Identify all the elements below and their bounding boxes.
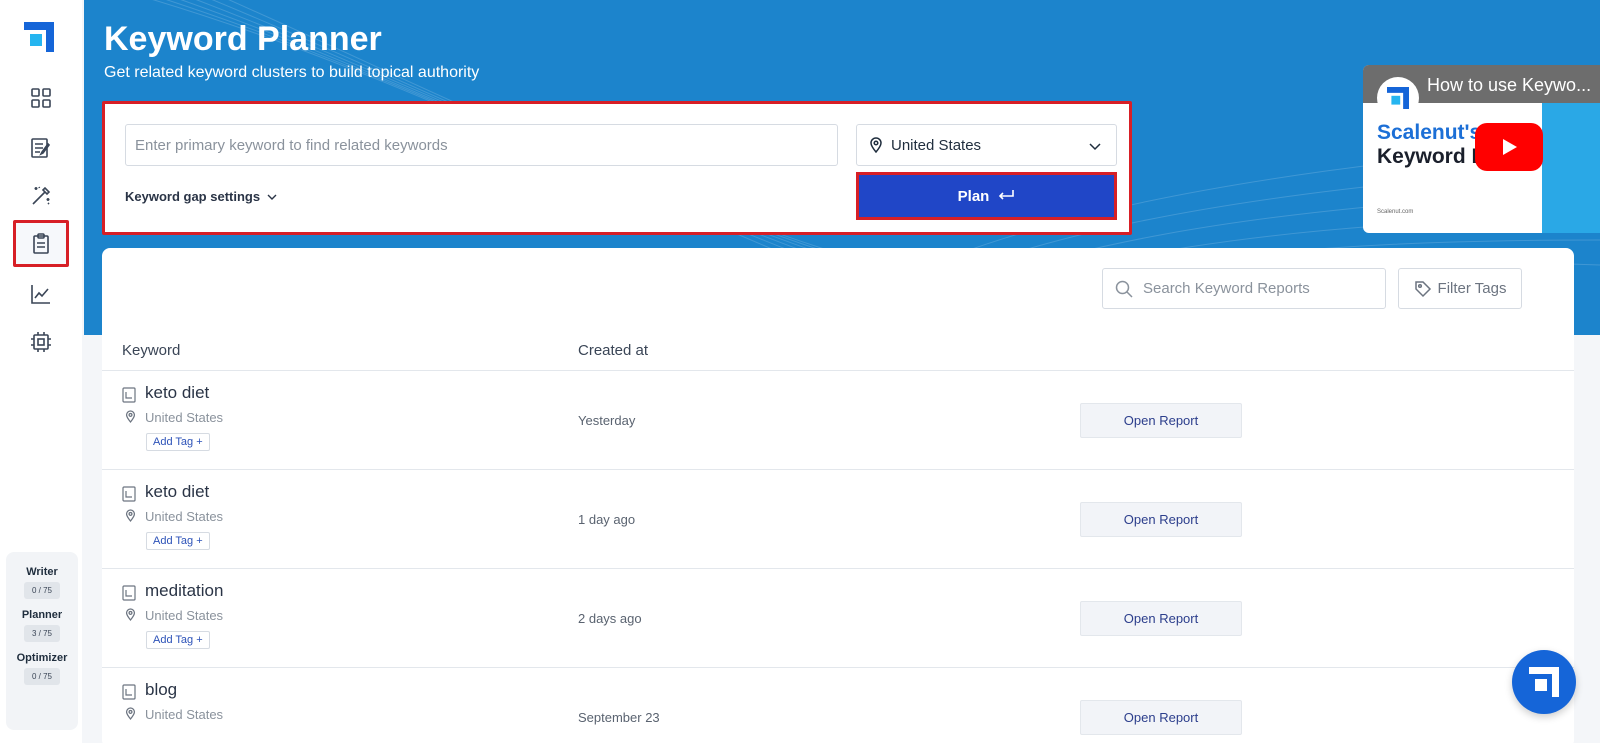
search-reports-field[interactable] [1102,268,1386,309]
add-tag-button[interactable]: Add Tag + [146,631,210,649]
filter-tags-button[interactable]: Filter Tags [1398,268,1522,309]
report-created-at: 2 days ago [578,611,642,626]
report-created-at: Yesterday [578,413,636,428]
chip-icon [31,332,51,352]
nav-analytics[interactable] [16,272,66,316]
scalenut-logo[interactable] [24,22,54,52]
analytics-icon [31,285,50,304]
open-report-button[interactable]: Open Report [1080,601,1242,636]
usage-writer-label: Writer [26,566,58,578]
file-icon [122,387,136,403]
file-icon [122,585,136,601]
report-created-at: September 23 [578,710,660,725]
open-report-button[interactable]: Open Report [1080,700,1242,735]
video-brand-line1: Scalenut's [1377,121,1482,144]
table-row: keto diet United States Add Tag + 1 day … [102,470,1574,569]
keyword-gap-settings[interactable]: Keyword gap settings [125,189,278,204]
writer-icon [31,138,51,158]
add-tag-button[interactable]: Add Tag + [146,433,210,451]
report-keyword[interactable]: keto diet [145,383,209,403]
plan-button[interactable]: Plan [856,172,1117,220]
nav-chip[interactable] [16,320,66,364]
nav-writer[interactable] [16,126,66,170]
magic-wand-icon [32,186,51,205]
open-report-button[interactable]: Open Report [1080,502,1242,537]
add-tag-button[interactable]: Add Tag + [146,532,210,550]
nav-planner[interactable] [13,220,69,267]
keyword-reports-card: Filter Tags Keyword Created at keto diet… [102,248,1574,743]
report-location: United States [145,509,224,524]
location-value: United States [891,136,982,154]
tutorial-video[interactable]: How to use Keywo... ⋮ Scalenut's Keyword… [1363,65,1600,233]
file-icon [122,684,136,700]
channel-logo-icon[interactable] [1377,77,1419,119]
enter-icon [999,190,1015,200]
report-keyword[interactable]: meditation [145,581,223,601]
usage-planner-label: Planner [21,609,63,621]
primary-keyword-input[interactable] [125,124,838,166]
scalenut-chat-icon [1529,667,1559,697]
file-icon [122,486,136,502]
dashboard-icon [31,88,51,108]
report-keyword[interactable]: keto diet [145,482,209,502]
usage-optimizer-label: Optimizer [16,652,68,664]
report-location: United States [145,608,224,623]
report-location: United States [145,410,224,425]
usage-panel: Writer 0 / 75 Planner 3 / 75 Optimizer 0… [6,552,78,730]
location-pin-icon [125,608,136,621]
support-chat-button[interactable] [1512,650,1576,714]
keyword-planner-form: United States Keyword gap settings Plan [102,101,1132,235]
planner-icon [33,232,49,254]
plan-button-label: Plan [957,187,990,205]
location-pin-icon [125,509,136,522]
sidebar: Writer 0 / 75 Planner 3 / 75 Optimizer 0… [0,0,82,743]
nav-magic[interactable] [16,174,66,218]
location-select[interactable]: United States [856,124,1117,166]
report-created-at: 1 day ago [578,512,636,527]
chevron-down-icon [267,194,277,200]
table-row: meditation United States Add Tag + 2 day… [102,569,1574,668]
search-icon [1115,280,1133,298]
column-header-keyword[interactable]: Keyword [122,342,180,359]
open-report-button[interactable]: Open Report [1080,403,1242,438]
report-location: United States [145,707,224,722]
video-footer-text: Scalenut.com [1377,209,1414,215]
video-thumbnail-accent [1542,103,1600,233]
column-header-created[interactable]: Created at [578,342,648,359]
location-pin-icon [870,137,882,153]
play-icon[interactable] [1475,123,1543,171]
nav-dashboard[interactable] [16,76,66,120]
video-title[interactable]: How to use Keywo... [1427,75,1591,96]
page-subtitle: Get related keyword clusters to build to… [104,64,480,81]
filter-tags-label: Filter Tags [1437,280,1507,297]
chevron-down-icon [1089,143,1101,151]
usage-planner-count: 3 / 75 [23,625,60,642]
usage-writer-count: 0 / 75 [23,582,60,599]
table-row: keto diet United States Add Tag + Yester… [102,371,1574,470]
table-row: blog United States September 23 Open Rep… [102,668,1574,743]
gap-settings-label: Keyword gap settings [125,189,261,204]
location-pin-icon [125,707,136,720]
page-title: Keyword Planner [104,20,382,58]
search-reports-input[interactable] [1143,280,1373,297]
tag-icon [1414,280,1431,297]
usage-optimizer-count: 0 / 75 [23,668,60,685]
location-pin-icon [125,410,136,423]
report-keyword[interactable]: blog [145,680,177,700]
